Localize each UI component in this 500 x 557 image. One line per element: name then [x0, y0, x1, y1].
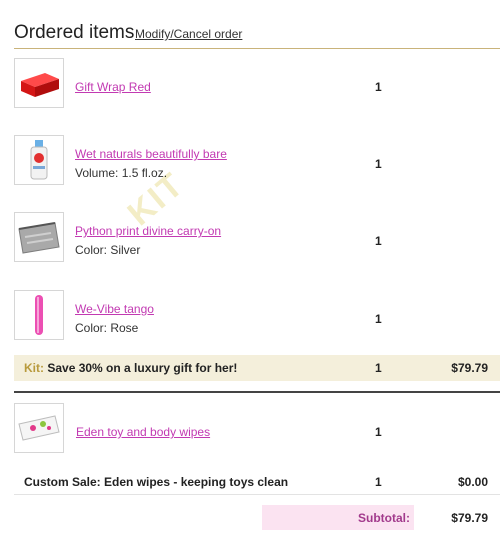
- item-quantity: 1: [375, 80, 382, 94]
- order-item-row: We-Vibe tango Color: Rose 1: [14, 290, 500, 342]
- custom-sale-row: Custom Sale: Eden wipes - keeping toys c…: [14, 468, 500, 495]
- kit-quantity: 1: [375, 361, 382, 375]
- kit-price: $79.79: [451, 361, 488, 375]
- item-name-link[interactable]: Wet naturals beautifully bare: [75, 147, 227, 161]
- item-quantity: 1: [375, 234, 382, 248]
- custom-sale-description: Custom Sale: Eden wipes - keeping toys c…: [24, 475, 289, 489]
- page-title: Ordered items: [14, 22, 135, 43]
- item-attribute: Volume: 1.5 fl.oz.: [75, 166, 168, 180]
- kit-summary-row: Kit: Save 30% on a luxury gift for her! …: [14, 355, 500, 381]
- custom-sale-price: $0.00: [457, 475, 488, 489]
- item-quantity: 1: [375, 157, 382, 171]
- subtotal-value: $79.79: [451, 511, 488, 525]
- modify-cancel-order-link[interactable]: Modify/Cancel order: [135, 27, 242, 41]
- item-quantity: 1: [375, 312, 382, 326]
- item-name-link[interactable]: Eden toy and body wipes: [76, 425, 210, 439]
- item-quantity: 1: [375, 425, 382, 439]
- order-item-row: Eden toy and body wipes 1: [14, 403, 500, 455]
- item-attribute: Color: Silver: [75, 243, 141, 257]
- order-item-row: Gift Wrap Red 1: [14, 58, 500, 110]
- ordered-items-header: Ordered items Modify/Cancel order: [14, 22, 500, 49]
- item-name-link[interactable]: We-Vibe tango: [75, 302, 154, 316]
- item-name-link[interactable]: Gift Wrap Red: [75, 80, 151, 94]
- section-divider: [14, 391, 500, 393]
- kit-label: Kit:: [24, 361, 44, 375]
- custom-sale-quantity: 1: [375, 475, 382, 489]
- bottle-icon[interactable]: [14, 135, 64, 185]
- pouch-icon[interactable]: [14, 212, 64, 262]
- subtotal-label-box: Subtotal:: [262, 505, 414, 530]
- subtotal-label: Subtotal:: [358, 511, 410, 525]
- item-attribute: Color: Rose: [75, 321, 139, 335]
- order-item-row: Python print divine carry-on Color: Silv…: [14, 212, 500, 264]
- vibe-icon[interactable]: [14, 290, 64, 340]
- kit-description: Kit: Save 30% on a luxury gift for her!: [24, 361, 237, 375]
- kit-text: Save 30% on a luxury gift for her!: [47, 361, 238, 375]
- order-item-row: Wet naturals beautifully bare Volume: 1.…: [14, 135, 500, 187]
- item-name-link[interactable]: Python print divine carry-on: [75, 224, 221, 238]
- gift-box-icon[interactable]: [14, 58, 64, 108]
- wipes-icon[interactable]: [14, 403, 64, 453]
